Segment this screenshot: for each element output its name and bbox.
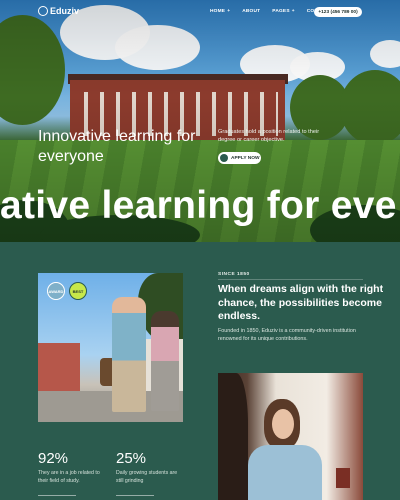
- chevron-down-icon: +: [227, 9, 231, 14]
- nav-link-label: HOME: [210, 9, 226, 14]
- student-female: [151, 311, 179, 411]
- denim-shirt: [248, 445, 322, 500]
- hero-section: Eduziv HOME + ABOUT PAGES + CONTACT +123…: [0, 0, 400, 242]
- top-nav: Eduziv HOME + ABOUT PAGES + CONTACT +123…: [0, 0, 400, 24]
- divider: [38, 495, 76, 496]
- stat-growing-students: 25% Daily growing students are still gri…: [116, 450, 186, 485]
- stat-value: 25%: [116, 450, 147, 467]
- stat-job-related: 92% They are in a job related to their f…: [38, 450, 108, 485]
- stat-description: They are in a job related to their field…: [38, 470, 100, 484]
- about-heading: When dreams align with the right chance,…: [218, 283, 384, 322]
- award-badges: AWARD BEST: [47, 282, 87, 300]
- student-portrait-photo: [218, 373, 363, 500]
- logo-text: Eduziv: [50, 6, 80, 16]
- apply-now-label: APPLY NOW: [231, 155, 260, 161]
- award-badge-icon: AWARD: [47, 282, 65, 300]
- nav-link-about[interactable]: ABOUT: [242, 9, 260, 14]
- face: [272, 409, 294, 439]
- site-logo[interactable]: Eduziv: [38, 6, 79, 16]
- hero-description: Graduates hold a position related to the…: [218, 129, 320, 143]
- laurel-badge-icon: BEST: [69, 282, 87, 300]
- student-male: [112, 297, 146, 412]
- foreground-person: [218, 373, 248, 500]
- about-description: Founded in 1850, Eduziv is a community-d…: [218, 328, 356, 342]
- logo-icon: [38, 6, 48, 16]
- hero-title: Innovative learning for everyone: [38, 128, 196, 165]
- divider: [116, 495, 154, 496]
- nav-link-label: ABOUT: [242, 9, 261, 14]
- chevron-down-icon: +: [291, 9, 295, 14]
- cup: [336, 468, 350, 488]
- hero-marquee-text: ative learning for eve: [0, 184, 397, 227]
- stat-description: Daily growing students are still grindin…: [116, 470, 178, 484]
- nav-link-label: PAGES: [272, 9, 290, 14]
- arrow-icon: [220, 154, 228, 162]
- nav-link-pages[interactable]: PAGES +: [272, 9, 294, 14]
- stat-value: 92%: [38, 450, 69, 467]
- nav-link-home[interactable]: HOME +: [210, 9, 230, 14]
- phone-button[interactable]: +123 (456 789 00): [314, 7, 362, 17]
- brick-building: [38, 343, 80, 395]
- apply-now-button[interactable]: APPLY NOW: [218, 152, 261, 164]
- since-label: SINCE 1850: [218, 272, 250, 277]
- divider: [218, 279, 363, 280]
